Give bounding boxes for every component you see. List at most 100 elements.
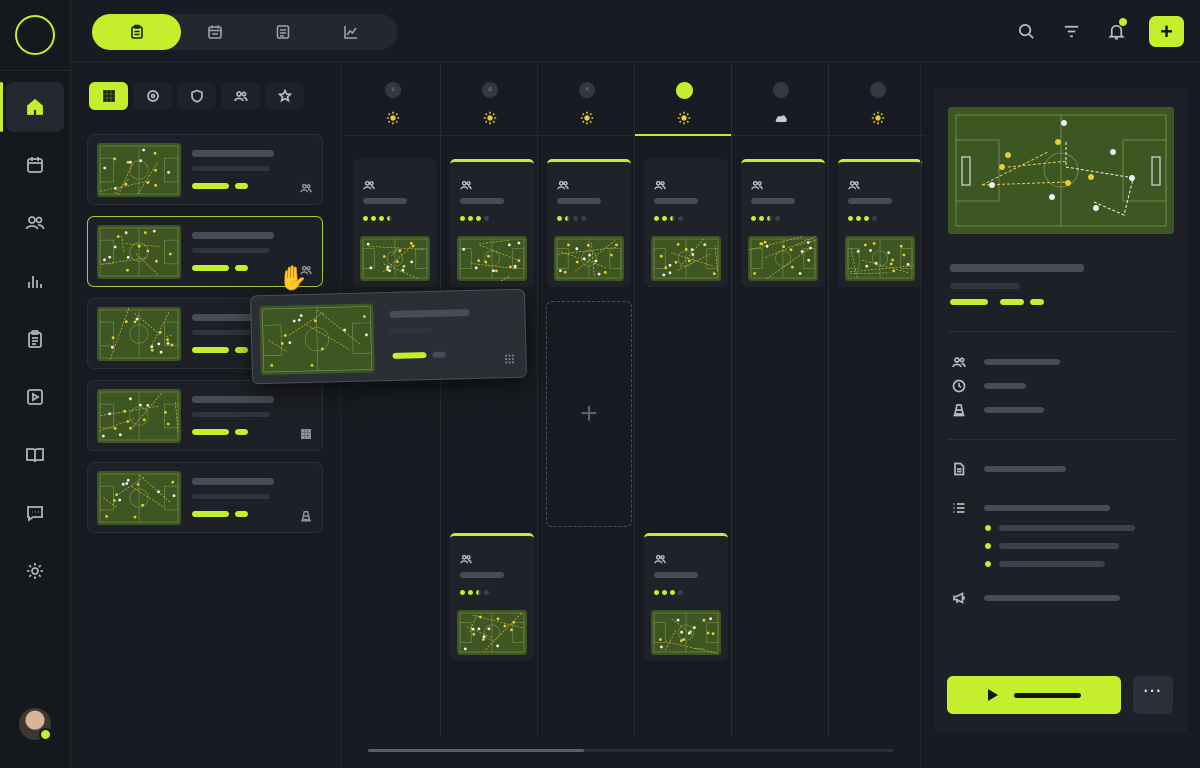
- weather-indicator: [483, 111, 497, 125]
- session-board: s d # +: [342, 62, 925, 768]
- document-icon: [954, 462, 965, 476]
- video-icon: [27, 389, 43, 405]
- logo[interactable]: [15, 15, 55, 55]
- drill-card[interactable]: [87, 134, 323, 205]
- section-icon: [952, 501, 966, 515]
- notifications-button[interactable]: [1103, 18, 1129, 44]
- drop-zone[interactable]: +: [546, 301, 632, 527]
- drill-detail-card: ···: [934, 88, 1188, 733]
- drill-title-placeholder: [192, 150, 274, 157]
- filter-favorites[interactable]: [265, 82, 304, 110]
- drill-card[interactable]: [87, 462, 323, 533]
- pitch-thumbnail: [457, 236, 527, 281]
- drill-tag: [235, 347, 248, 353]
- session-card[interactable]: [644, 533, 728, 661]
- day-marker: s: [385, 82, 401, 98]
- session-card[interactable]: [644, 159, 728, 287]
- tab-plan[interactable]: [92, 14, 181, 50]
- weather-indicator: [871, 111, 885, 125]
- rail-calendar[interactable]: [6, 140, 64, 190]
- pitch-thumbnail: [457, 610, 527, 655]
- session-card[interactable]: [450, 533, 534, 661]
- cone-icon: [953, 404, 965, 417]
- day-header[interactable]: s: [344, 62, 440, 136]
- rail-library[interactable]: [6, 430, 64, 480]
- session-card[interactable]: [741, 159, 825, 287]
- section-text-placeholder: [984, 466, 1066, 472]
- bullet-dot: [985, 543, 991, 549]
- tab-analytics[interactable]: [317, 14, 385, 50]
- rail-messages[interactable]: [6, 488, 64, 538]
- rail-clipboard[interactable]: [6, 314, 64, 364]
- column-separator: [537, 62, 538, 736]
- session-card[interactable]: [547, 159, 631, 287]
- dragged-drill-card[interactable]: [249, 288, 528, 385]
- drill-tag: [950, 299, 988, 305]
- tab-calendar[interactable]: [181, 14, 249, 50]
- filter-all[interactable]: [89, 82, 128, 110]
- session-card[interactable]: [838, 159, 922, 287]
- pitch-thumbnail: [651, 236, 721, 281]
- rail-home[interactable]: [0, 82, 64, 132]
- chart-icon: [344, 26, 357, 39]
- session-card[interactable]: [450, 159, 534, 287]
- session-group-icon: [557, 178, 569, 190]
- calendar-icon: [208, 25, 222, 39]
- filter-attack[interactable]: [133, 82, 172, 110]
- filter-button[interactable]: [1058, 18, 1084, 44]
- bullet-dot: [985, 561, 991, 567]
- drill-diagram: [948, 107, 1174, 234]
- session-card[interactable]: [353, 159, 437, 287]
- avatar[interactable]: [19, 708, 52, 741]
- search-button[interactable]: [1013, 18, 1039, 44]
- session-group-icon: [460, 552, 472, 564]
- filter-defense[interactable]: [177, 82, 216, 110]
- chat-icon: [27, 506, 43, 522]
- notification-dot: [1119, 18, 1127, 26]
- pitch-thumbnail: [97, 307, 181, 361]
- session-group-icon: [363, 178, 375, 190]
- day-marker: [870, 82, 886, 98]
- drill-tag: [192, 265, 229, 271]
- day-header[interactable]: [829, 62, 925, 136]
- rail-team[interactable]: [6, 198, 64, 248]
- pitch-thumbnail: [97, 471, 181, 525]
- day-header[interactable]: [732, 62, 828, 136]
- day-header[interactable]: [635, 62, 731, 136]
- left-rail: [0, 0, 71, 768]
- meta-value-placeholder: [984, 359, 1060, 365]
- horizontal-scrollbar[interactable]: [368, 749, 894, 752]
- clipboard-icon: [130, 24, 143, 39]
- day-header[interactable]: #: [538, 62, 634, 136]
- sun-icon: [677, 111, 691, 125]
- play-icon: [988, 689, 998, 701]
- drill-title-placeholder: [192, 396, 274, 403]
- meta-row-icon: [952, 379, 966, 393]
- drill-subtitle-placeholder: [192, 412, 270, 417]
- scrollbar-thumb[interactable]: [368, 749, 584, 752]
- pitch-thumbnail: [845, 236, 915, 281]
- rail-video[interactable]: [6, 372, 64, 422]
- day-header[interactable]: d: [441, 62, 537, 136]
- filter-team[interactable]: [221, 82, 260, 110]
- intensity-rating: [363, 216, 395, 221]
- team-icon: [952, 357, 966, 368]
- column-separator: [634, 62, 635, 736]
- drill-type-icon: [300, 181, 312, 193]
- drill-tag: [235, 511, 248, 517]
- start-drill-button[interactable]: [947, 676, 1121, 714]
- session-title-placeholder: [654, 572, 698, 578]
- rail-stats[interactable]: [6, 256, 64, 306]
- drill-tag: [1030, 299, 1044, 305]
- drill-tag: [1000, 299, 1024, 305]
- more-options-button[interactable]: ···: [1133, 676, 1173, 714]
- list-icon: [953, 503, 965, 513]
- stats-icon: [28, 276, 42, 288]
- pitch-thumbnail: [360, 236, 430, 281]
- rail-settings[interactable]: [6, 546, 64, 596]
- team-icon: [233, 91, 248, 102]
- drill-card[interactable]: [87, 380, 323, 451]
- megaphone-icon: [953, 592, 965, 604]
- add-button[interactable]: +: [1149, 16, 1184, 47]
- tab-notes[interactable]: [249, 14, 317, 50]
